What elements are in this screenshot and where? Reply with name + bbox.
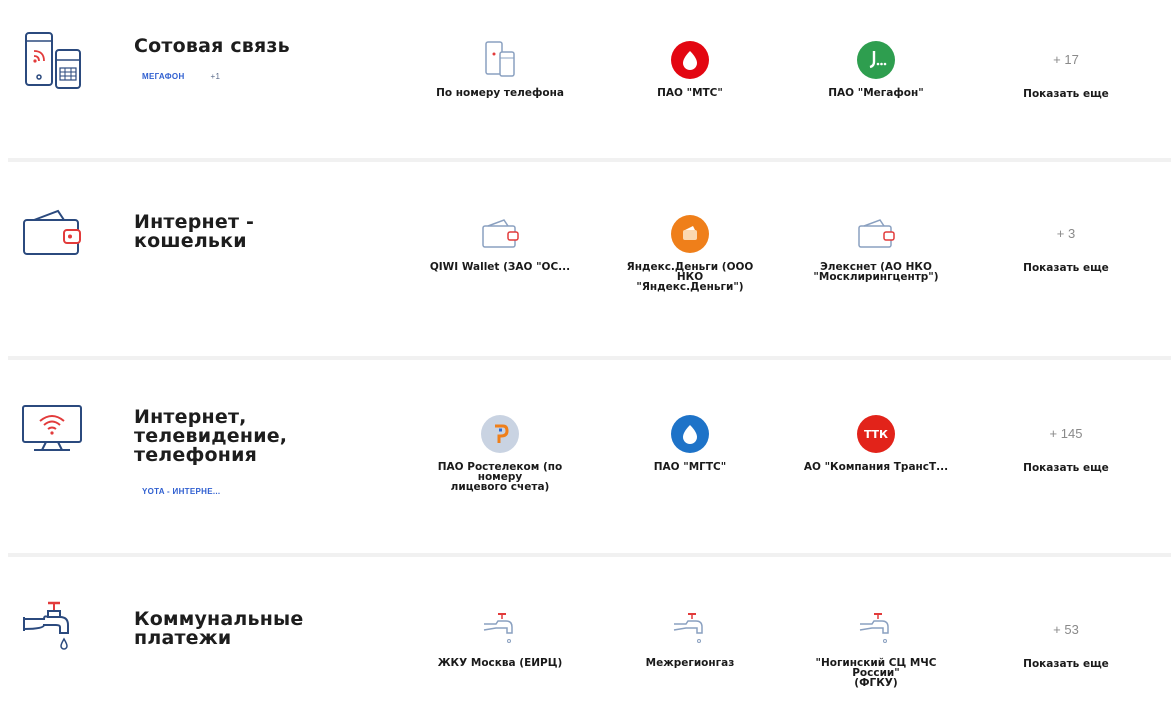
category-utilities: Коммунальные платежи ЖКУ Москва (ЕИРЦ) М… — [0, 556, 1171, 704]
ttk-logo-icon: ТТК — [856, 414, 896, 454]
more-count: + 53 — [1053, 622, 1079, 637]
category-ewallets: Интернет - кошельки QIWI Wallet (ЗАО "ОС… — [0, 160, 1171, 358]
show-more-label: Показать еще — [1023, 262, 1109, 274]
wallet-icon — [16, 202, 88, 264]
provider-name: ПАО "МГТС" — [653, 461, 727, 473]
category-tags: YOTA - ИНТЕРНЕ... — [142, 487, 220, 496]
provider-name: АО "Компания ТрансТ... — [803, 461, 949, 473]
tv-wifi-icon — [16, 398, 88, 460]
show-more-button[interactable]: + 145 Показать еще — [1001, 414, 1131, 474]
provider-zhku-moscow[interactable]: ЖКУ Москва (ЕИРЦ) — [410, 610, 590, 668]
more-count: + 3 — [1056, 226, 1076, 241]
provider-name: ПАО "МТС" — [657, 87, 723, 99]
category-title: Интернет, телевидение, телефония — [134, 406, 288, 466]
provider-name: "Ногинский СЦ МЧС России" (ФГКУ) — [815, 657, 937, 689]
show-more-label: Показать еще — [1023, 658, 1109, 670]
show-more-button[interactable]: + 53 Показать еще — [1001, 610, 1131, 670]
phones-icon — [480, 40, 520, 80]
category-tags: МЕГАФОН +1 — [142, 72, 220, 81]
provider-noginsk-mchs[interactable]: "Ногинский СЦ МЧС России" (ФГКУ) — [786, 610, 966, 688]
provider-name: ПАО Ростелеком (по номеру лицевого счета… — [437, 461, 563, 493]
tag-more-count[interactable]: +1 — [211, 72, 221, 81]
provider-ttk[interactable]: ТТК АО "Компания ТрансТ... — [786, 414, 966, 472]
rostelecom-logo-icon — [480, 414, 520, 454]
provider-name: ПАО "Мегафон" — [828, 87, 924, 99]
mts-logo-icon — [670, 40, 710, 80]
provider-mezhregiongaz[interactable]: Межрегионгаз — [600, 610, 780, 668]
water-tap-icon — [670, 610, 710, 650]
mgts-logo-icon — [670, 414, 710, 454]
provider-qiwi[interactable]: QIWI Wallet (ЗАО "ОС... — [410, 214, 590, 272]
provider-name: QIWI Wallet (ЗАО "ОС... — [429, 261, 571, 273]
show-more-button[interactable]: + 17 Показать еще — [1001, 40, 1131, 100]
provider-by-phone[interactable]: По номеру телефона — [410, 40, 590, 98]
category-mobile: Сотовая связь МЕГАФОН +1 По номеру телеф… — [0, 0, 1171, 160]
provider-name: Межрегионгаз — [645, 657, 735, 669]
wallet-icon — [856, 214, 896, 254]
water-tap-icon — [16, 600, 88, 662]
show-more-label: Показать еще — [1023, 462, 1109, 474]
show-more-button[interactable]: + 3 Показать еще — [1001, 214, 1131, 274]
provider-name: Элекснет (АО НКО "Москлирингцентр") — [813, 261, 939, 283]
provider-rostelecom[interactable]: ПАО Ростелеком (по номеру лицевого счета… — [410, 414, 590, 492]
more-count: + 17 — [1053, 52, 1079, 67]
category-title: Сотовая связь — [134, 35, 290, 57]
yandex-money-logo-icon — [670, 214, 710, 254]
water-tap-icon — [856, 610, 896, 650]
provider-mgts[interactable]: ПАО "МГТС" — [600, 414, 780, 472]
category-internet-tv: Интернет, телевидение, телефония YOTA - … — [0, 358, 1171, 554]
megafon-logo-icon — [856, 40, 896, 80]
phones-icon — [16, 30, 88, 92]
provider-eleksnet[interactable]: Элекснет (АО НКО "Москлирингцентр") — [786, 214, 966, 282]
provider-name: ЖКУ Москва (ЕИРЦ) — [437, 657, 563, 669]
category-title: Интернет - кошельки — [134, 211, 255, 252]
show-more-label: Показать еще — [1023, 88, 1109, 100]
provider-yandex-money[interactable]: Яндекс.Деньги (ООО НКО "Яндекс.Деньги") — [600, 214, 780, 292]
category-title: Коммунальные платежи — [134, 608, 304, 649]
provider-name: По номеру телефона — [436, 87, 564, 99]
water-tap-icon — [480, 610, 520, 650]
tag-megafon[interactable]: МЕГАФОН — [142, 72, 185, 81]
tag-yota[interactable]: YOTA - ИНТЕРНЕ... — [142, 487, 220, 496]
provider-mts[interactable]: ПАО "МТС" — [600, 40, 780, 98]
provider-megafon[interactable]: ПАО "Мегафон" — [786, 40, 966, 98]
wallet-icon — [480, 214, 520, 254]
ttk-logo-text: ТТК — [864, 427, 888, 441]
provider-name: Яндекс.Деньги (ООО НКО "Яндекс.Деньги") — [626, 261, 754, 293]
more-count: + 145 — [1049, 426, 1083, 441]
